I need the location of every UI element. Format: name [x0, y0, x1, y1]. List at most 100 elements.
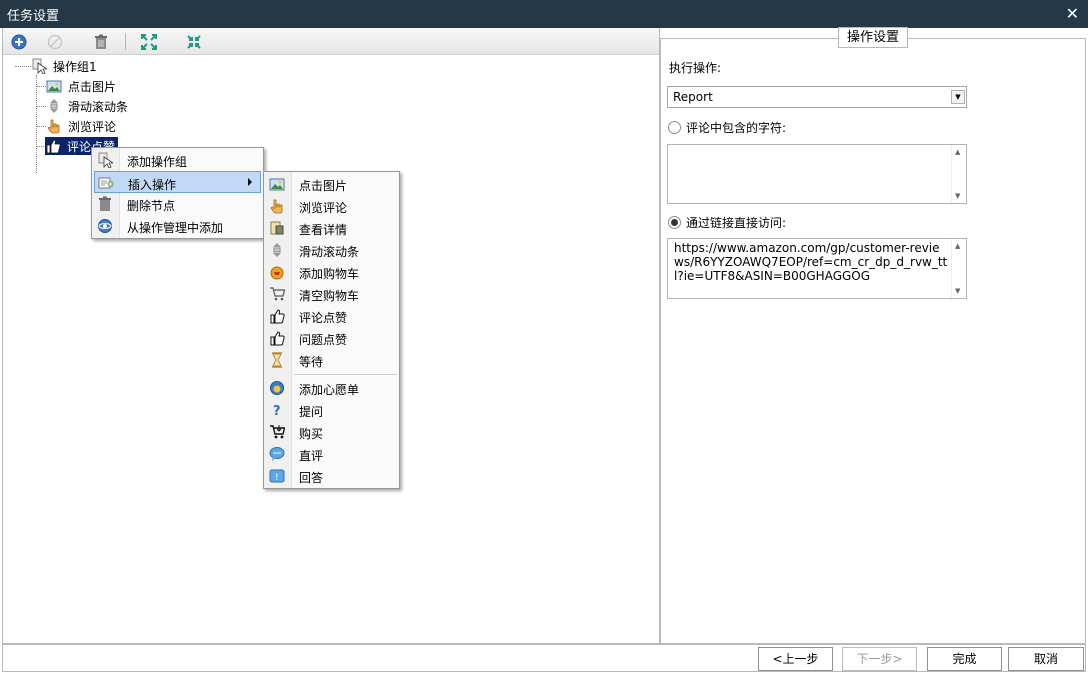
comment-bubble-icon — [269, 446, 285, 462]
menu-item-add-group[interactable]: 添加操作组 — [94, 149, 261, 171]
toolbar-separator — [125, 33, 126, 50]
trash-icon — [97, 196, 113, 212]
add-icon[interactable] — [9, 32, 29, 52]
menu-item-add-from-manager[interactable]: 从操作管理中添加 — [94, 215, 261, 237]
scroll-down-icon[interactable]: ▼ — [955, 192, 960, 200]
submenu-arrow-icon — [248, 178, 252, 186]
textarea-scrollbar[interactable]: ▲ ▼ — [951, 239, 966, 298]
submenu-item-browse-reviews[interactable]: 浏览评论 — [266, 195, 397, 217]
tree-connector — [36, 86, 46, 87]
menu-item-delete-node[interactable]: 删除节点 — [94, 193, 261, 215]
exec-action-value: Report — [673, 90, 713, 104]
menu-item-label: 评论点赞 — [299, 311, 348, 325]
menu-item-label: 点击图片 — [299, 179, 348, 193]
window-title: 任务设置 — [7, 9, 60, 24]
submenu-item-add-cart[interactable]: 添加购物车 — [266, 261, 397, 283]
tree-connector — [36, 126, 46, 127]
scroll-up-icon[interactable]: ▲ — [955, 242, 960, 250]
submenu-item-answer[interactable]: ! 回答 — [266, 465, 397, 487]
footer-bar — [2, 644, 1086, 672]
submenu-item-buy[interactable]: 购买 — [266, 421, 397, 443]
submenu-item-empty-cart[interactable]: 清空购物车 — [266, 283, 397, 305]
tree-item-browse-reviews[interactable]: 浏览评论 — [46, 117, 116, 135]
submenu-item-like-review[interactable]: 评论点赞 — [266, 305, 397, 327]
contains-chars-label: 评论中包含的字符: — [686, 121, 787, 135]
menu-item-label: 查看详情 — [299, 223, 348, 237]
question-icon: ? — [269, 402, 285, 418]
radio-contains-chars[interactable] — [668, 121, 681, 134]
submenu-item-direct-review[interactable]: 直评 — [266, 443, 397, 465]
submenu-item-ask[interactable]: ? 提问 — [266, 399, 397, 421]
next-button[interactable]: 下一步> — [842, 647, 917, 671]
menu-item-label: 问题点赞 — [299, 333, 348, 347]
cursor-group-icon — [97, 152, 113, 168]
scroll-up-icon[interactable]: ▲ — [955, 148, 960, 156]
prev-button[interactable]: <上一步 — [758, 647, 833, 671]
details-icon — [269, 220, 285, 236]
tree-connector — [36, 106, 46, 107]
tree-connector — [15, 66, 31, 67]
submenu-item-wishlist[interactable]: 添加心愿单 — [266, 377, 397, 399]
collapse-icon[interactable] — [184, 32, 204, 52]
menu-item-label: 滑动滚动条 — [299, 245, 360, 259]
menu-item-label: 删除节点 — [127, 199, 176, 213]
hand-pointer-icon — [46, 118, 62, 134]
submenu-item-scroll[interactable]: 滑动滚动条 — [266, 239, 397, 261]
tree-item-label: 点击图片 — [68, 79, 117, 94]
cancel-button[interactable]: 取消 — [1008, 647, 1084, 671]
hourglass-icon — [269, 352, 285, 368]
add-cart-icon — [269, 264, 285, 280]
menu-item-label: 清空购物车 — [299, 289, 360, 303]
insert-submenu: 点击图片 浏览评论 查看详情 滑动滚动条 添加购物车 清空购物车 评论点赞 问题… — [263, 171, 400, 489]
menu-separator — [294, 374, 397, 375]
disable-icon[interactable] — [45, 32, 65, 52]
menu-item-label: 浏览评论 — [299, 201, 348, 215]
answer-icon: ! — [269, 468, 285, 484]
direct-link-url: https://www.amazon.com/gp/customer-revie… — [674, 241, 948, 283]
menu-item-label: 添加操作组 — [127, 155, 188, 169]
menu-item-label: 等待 — [299, 355, 324, 369]
finish-button[interactable]: 完成 — [927, 647, 1002, 671]
insert-icon — [98, 175, 114, 191]
expand-icon[interactable] — [139, 32, 159, 52]
scroll-icon — [269, 242, 285, 258]
scroll-icon — [46, 98, 62, 114]
menu-item-insert-action[interactable]: 插入操作 — [94, 171, 261, 193]
exec-action-select[interactable]: Report ▼ — [667, 86, 967, 108]
submenu-item-wait[interactable]: 等待 — [266, 349, 397, 371]
tree-root-group[interactable]: 操作组1 — [31, 57, 97, 75]
image-icon — [269, 176, 285, 192]
menu-item-label: 购买 — [299, 427, 324, 441]
thumbs-up-icon — [269, 308, 285, 324]
svg-text:!: ! — [275, 473, 279, 483]
title-bar: 任务设置 ✕ — [0, 0, 1088, 28]
contains-chars-textarea[interactable]: ▲ ▼ — [667, 144, 967, 204]
textarea-scrollbar[interactable]: ▲ ▼ — [951, 145, 966, 203]
menu-item-label: 提问 — [299, 405, 324, 419]
tree-item-label: 滑动滚动条 — [68, 99, 129, 114]
cursor-group-icon — [31, 58, 47, 74]
menu-item-label: 回答 — [299, 471, 324, 485]
close-icon[interactable]: ✕ — [1066, 4, 1079, 23]
thumbs-up-icon — [45, 138, 61, 154]
chevron-down-icon[interactable]: ▼ — [951, 90, 965, 104]
tree-toolbar — [3, 28, 659, 55]
radio-direct-link[interactable] — [668, 216, 681, 229]
submenu-item-view-details[interactable]: 查看详情 — [266, 217, 397, 239]
menu-item-label: 直评 — [299, 449, 324, 463]
trash-icon[interactable] — [91, 32, 111, 52]
svg-text:?: ? — [273, 404, 281, 418]
submenu-item-like-question[interactable]: 问题点赞 — [266, 327, 397, 349]
image-icon — [46, 78, 62, 94]
tree-root-label: 操作组1 — [53, 59, 97, 74]
tree-item-click-image[interactable]: 点击图片 — [46, 77, 116, 95]
submenu-item-click-image[interactable]: 点击图片 — [266, 173, 397, 195]
tree-item-scroll[interactable]: 滑动滚动条 — [46, 97, 128, 115]
exec-action-label: 执行操作: — [669, 61, 722, 75]
wishlist-icon — [269, 380, 285, 396]
buy-cart-icon — [269, 424, 285, 440]
scroll-down-icon[interactable]: ▼ — [955, 287, 960, 295]
hand-pointer-icon — [269, 198, 285, 214]
settings-legend: 操作设置 — [838, 27, 908, 48]
direct-link-textarea[interactable]: https://www.amazon.com/gp/customer-revie… — [667, 238, 967, 299]
